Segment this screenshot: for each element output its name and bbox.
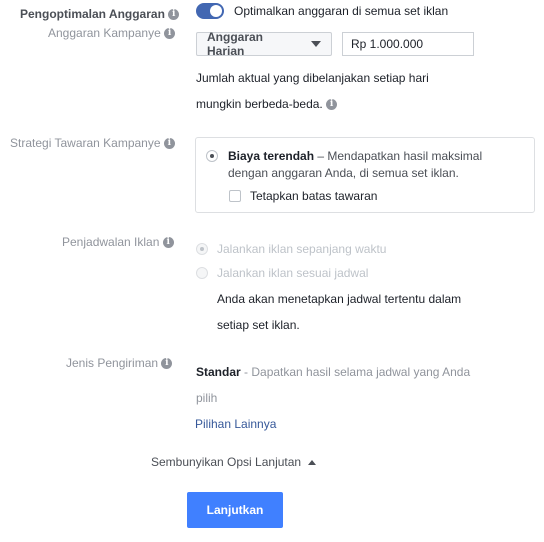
bid-cap-label[interactable]: Tetapkan batas tawaran — [250, 189, 377, 203]
bid-strategy-option-line2: dengan anggaran Anda, di semua set iklan… — [228, 166, 459, 180]
bid-strategy-lowest-cost-radio[interactable] — [206, 150, 218, 162]
budget-optimization-toggle[interactable] — [196, 3, 224, 19]
info-icon[interactable]: i — [164, 28, 176, 40]
schedule-custom-radio[interactable] — [196, 267, 208, 279]
schedule-all-time-label: Jalankan iklan sepanjang waktu — [217, 242, 387, 256]
budget-type-select[interactable]: Anggaran Harian — [196, 30, 332, 58]
schedule-custom-label: Jalankan iklan sesuai jadwal — [217, 266, 369, 280]
delivery-type-line2: pilih — [196, 391, 218, 405]
bid-strategy-label: Strategi Tawaran Kampanye i — [10, 136, 175, 150]
info-icon[interactable]: i — [163, 138, 175, 150]
budget-note-line2: mungkin berbeda-beda. i — [196, 97, 338, 111]
delivery-type-line1: Standar - Dapatkan hasil selama jadwal y… — [196, 365, 471, 379]
bid-strategy-option-line1: Biaya terendah – Mendapatkan hasil maksi… — [228, 149, 483, 163]
campaign-budget-label: Anggaran Kampanye i — [48, 26, 176, 40]
budget-note-line1: Jumlah aktual yang dibelanjakan setiap h… — [196, 71, 429, 85]
schedule-all-time-radio[interactable] — [196, 243, 208, 255]
budget-optimization-label: Pengoptimalan Anggaran i — [20, 7, 180, 21]
budget-optimization-toggle-text: Optimalkan anggaran di semua set iklan — [234, 4, 449, 18]
schedule-note-line2: setiap set iklan. — [217, 318, 300, 332]
hide-advanced-options-link[interactable]: Sembunyikan Opsi Lanjutan — [151, 455, 317, 469]
bid-strategy-panel: Biaya terendah – Mendapatkan hasil maksi… — [195, 137, 535, 213]
chevron-down-icon — [311, 41, 321, 47]
schedule-note-line1: Anda akan menetapkan jadwal tertentu dal… — [217, 292, 462, 306]
budget-amount-input[interactable] — [342, 32, 474, 56]
info-icon[interactable]: i — [162, 237, 174, 249]
info-icon[interactable]: i — [168, 9, 180, 21]
info-icon[interactable]: i — [161, 358, 173, 370]
caret-up-icon — [308, 460, 317, 466]
info-icon[interactable]: i — [326, 99, 338, 111]
bid-cap-checkbox[interactable] — [229, 190, 241, 202]
delivery-type-label: Jenis Pengiriman i — [66, 356, 173, 370]
continue-button[interactable]: Lanjutkan — [187, 492, 283, 528]
ad-scheduling-label: Penjadwalan Iklan i — [62, 235, 174, 249]
more-options-link[interactable]: Pilihan Lainnya — [195, 417, 276, 431]
